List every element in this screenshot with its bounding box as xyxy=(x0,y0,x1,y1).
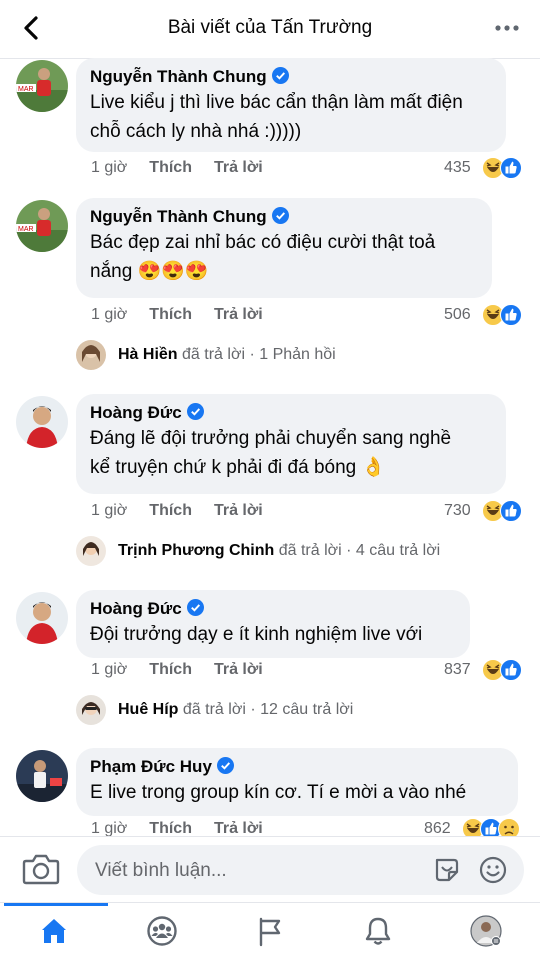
sad-icon xyxy=(498,818,520,836)
avatar xyxy=(76,536,106,566)
reply-link[interactable]: Trả lời xyxy=(214,159,263,176)
tab-profile[interactable] xyxy=(432,903,540,961)
comment-bubble: Hoàng Đức Đáng lẽ đội trưởng phải chuyển… xyxy=(76,394,506,494)
reply-link[interactable]: Trả lời xyxy=(214,820,263,836)
bottom-tab-bar xyxy=(0,902,540,961)
tab-groups[interactable] xyxy=(108,903,216,961)
verified-badge-icon xyxy=(186,403,204,420)
comment-author[interactable]: Nguyễn Thành Chung xyxy=(90,206,478,228)
reply-link[interactable]: Trả lời xyxy=(214,502,263,519)
verified-badge-icon xyxy=(271,67,289,84)
profile-avatar xyxy=(470,915,502,947)
comment-text: kể truyện chứ k phải đi đá bóng 👌 xyxy=(90,457,386,478)
comment-bubble: Phạm Đức Huy E live trong group kín cơ. … xyxy=(76,748,518,816)
comment-time: 1 giờ xyxy=(91,661,128,678)
verified-badge-icon xyxy=(186,599,204,616)
comment-time: 1 giờ xyxy=(91,502,128,519)
reply-link[interactable]: Trả lời xyxy=(214,306,263,323)
comment-bubble: Nguyễn Thành Chung Live kiểu j thì live … xyxy=(76,58,506,152)
comments-list: MAR Nguyễn Thành Chung Live kiểu j thì l… xyxy=(0,58,540,836)
reply-action: đã trả lời xyxy=(182,701,246,718)
comment-composer xyxy=(0,836,540,903)
comment-text: Bác đẹp zai nhỉ bác có điệu cười thật to… xyxy=(90,232,436,253)
like-icon xyxy=(500,659,522,681)
more-options-icon[interactable] xyxy=(494,18,520,38)
avatar xyxy=(76,340,106,370)
avatar xyxy=(76,695,106,725)
reaction-count[interactable]: 862 xyxy=(424,820,451,836)
comment-input[interactable] xyxy=(93,845,417,897)
gif-sticker-icon[interactable] xyxy=(432,855,462,885)
comment-time: 1 giờ xyxy=(91,820,128,836)
avatar[interactable]: MAR xyxy=(16,200,68,252)
comment-text: Đáng lẽ đội trưởng phải chuyển sang nghề xyxy=(90,428,452,449)
verified-badge-icon xyxy=(271,207,289,224)
verified-badge-icon xyxy=(216,757,234,774)
reply-action: đã trả lời xyxy=(182,346,245,363)
camera-icon[interactable] xyxy=(22,852,60,886)
comment-actions: 1 giờ Thích Trả lời xyxy=(91,661,285,679)
comment-text: Live kiểu j thì live bác cẩn thận làm mấ… xyxy=(90,92,463,113)
reaction-count[interactable]: 837 xyxy=(444,661,471,679)
comment-text: nắng 😍😍😍 xyxy=(90,261,209,282)
comment-time: 1 giờ xyxy=(91,159,128,176)
like-icon xyxy=(500,157,522,179)
comment-author[interactable]: Hoàng Đức xyxy=(90,598,456,620)
comment-text: Đội trưởng dạy e ít kinh nghiệm live với xyxy=(90,624,423,645)
notifications-bell-icon xyxy=(365,917,391,945)
comment-input-container xyxy=(77,845,524,897)
svg-text:MAR: MAR xyxy=(18,86,34,93)
comment-time: 1 giờ xyxy=(91,306,128,323)
comment-actions: 1 giờ Thích Trả lời xyxy=(91,306,285,324)
avatar[interactable] xyxy=(16,750,68,802)
emoji-icon[interactable] xyxy=(478,855,508,885)
comment-actions: 1 giờ Thích Trả lời xyxy=(91,159,285,177)
like-link[interactable]: Thích xyxy=(149,306,192,323)
top-bar: Bài viết của Tấn Trường xyxy=(0,0,540,59)
reply-author: Huê Híp xyxy=(118,701,179,718)
tab-home[interactable] xyxy=(0,903,108,961)
comment-author[interactable]: Hoàng Đức xyxy=(90,402,492,424)
page-title: Bài viết của Tấn Trường xyxy=(167,17,373,38)
like-link[interactable]: Thích xyxy=(149,820,192,836)
like-icon xyxy=(500,500,522,522)
reply-count: · 12 câu trả lời xyxy=(250,701,354,718)
comment-bubble: Nguyễn Thành Chung Bác đẹp zai nhỉ bác c… xyxy=(76,198,492,298)
reaction-count[interactable]: 730 xyxy=(444,502,471,520)
reaction-count[interactable]: 506 xyxy=(444,306,471,324)
reply-count: · 1 Phản hồi xyxy=(249,346,336,363)
reply-action: đã trả lời xyxy=(278,542,342,559)
avatar[interactable] xyxy=(16,592,68,644)
comment-bubble: Hoàng Đức Đội trưởng dạy e ít kinh nghiệ… xyxy=(76,590,470,658)
like-icon xyxy=(500,304,522,326)
reply-link[interactable]: Trả lời xyxy=(214,661,263,678)
comment-actions: 1 giờ Thích Trả lời xyxy=(91,502,285,520)
reply-count: · 4 câu trả lời xyxy=(346,542,441,559)
reaction-count[interactable]: 435 xyxy=(444,159,471,177)
reply-author: Trịnh Phương Chinh xyxy=(118,542,275,559)
comment-text: E live trong group kín cơ. Tí e mời a và… xyxy=(90,782,467,803)
home-icon xyxy=(42,919,66,943)
svg-text:MAR: MAR xyxy=(18,226,34,233)
tab-notifications[interactable] xyxy=(324,903,432,961)
comment-text: chỗ cách ly nhà nhá :))))) xyxy=(90,121,302,142)
like-link[interactable]: Thích xyxy=(149,159,192,176)
avatar[interactable]: MAR xyxy=(16,60,68,112)
tab-pages[interactable] xyxy=(216,903,324,961)
avatar[interactable] xyxy=(16,396,68,448)
pages-flag-icon xyxy=(259,917,281,947)
comment-author[interactable]: Phạm Đức Huy xyxy=(90,756,504,778)
reply-author: Hà Hiền xyxy=(118,346,178,363)
groups-icon xyxy=(147,916,177,946)
like-link[interactable]: Thích xyxy=(149,661,192,678)
comment-actions: 1 giờ Thích Trả lời xyxy=(91,820,285,836)
comment-author[interactable]: Nguyễn Thành Chung xyxy=(90,66,492,88)
like-link[interactable]: Thích xyxy=(149,502,192,519)
